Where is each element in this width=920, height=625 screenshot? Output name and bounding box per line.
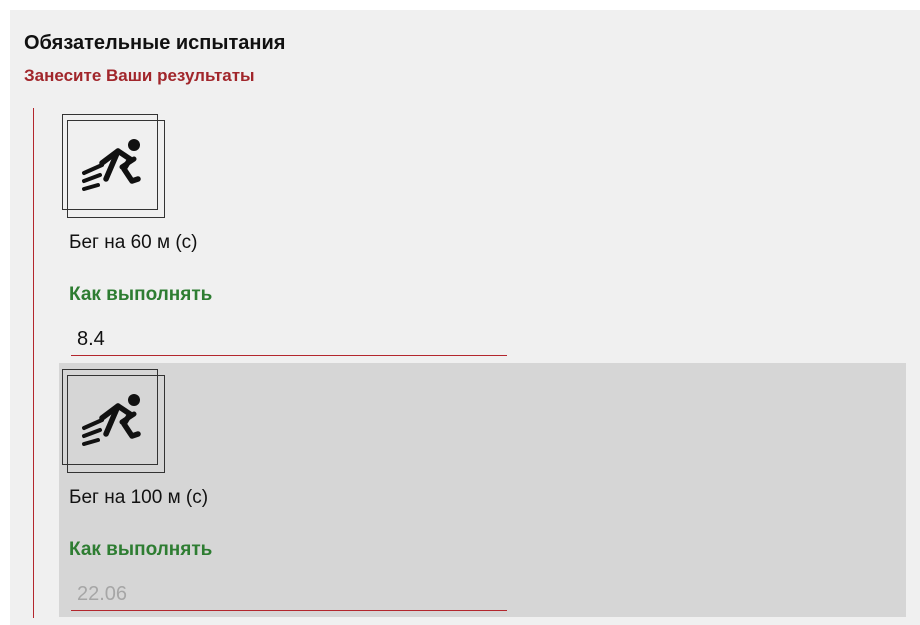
result-input[interactable]: [71, 324, 507, 356]
icon-frame: [67, 120, 165, 218]
how-to-link[interactable]: Как выполнять: [69, 537, 212, 563]
section-title: Обязательные испытания: [24, 32, 286, 54]
test-name: Бег на 60 м (с): [69, 232, 198, 253]
test-item-run-100: Бег на 100 м (с) Как выполнять: [59, 363, 906, 617]
test-name: Бег на 100 м (с): [69, 487, 209, 508]
running-icon: [82, 394, 141, 446]
how-to-link[interactable]: Как выполнять: [69, 282, 212, 308]
result-input[interactable]: [71, 579, 507, 611]
running-icon: [82, 139, 141, 191]
section-divider-line: [33, 108, 34, 618]
test-item-run-60: Бег на 60 м (с) Как выполнять: [59, 108, 906, 362]
section-subtitle: Занесите Ваши результаты: [24, 66, 255, 85]
icon-frame: [67, 375, 165, 473]
